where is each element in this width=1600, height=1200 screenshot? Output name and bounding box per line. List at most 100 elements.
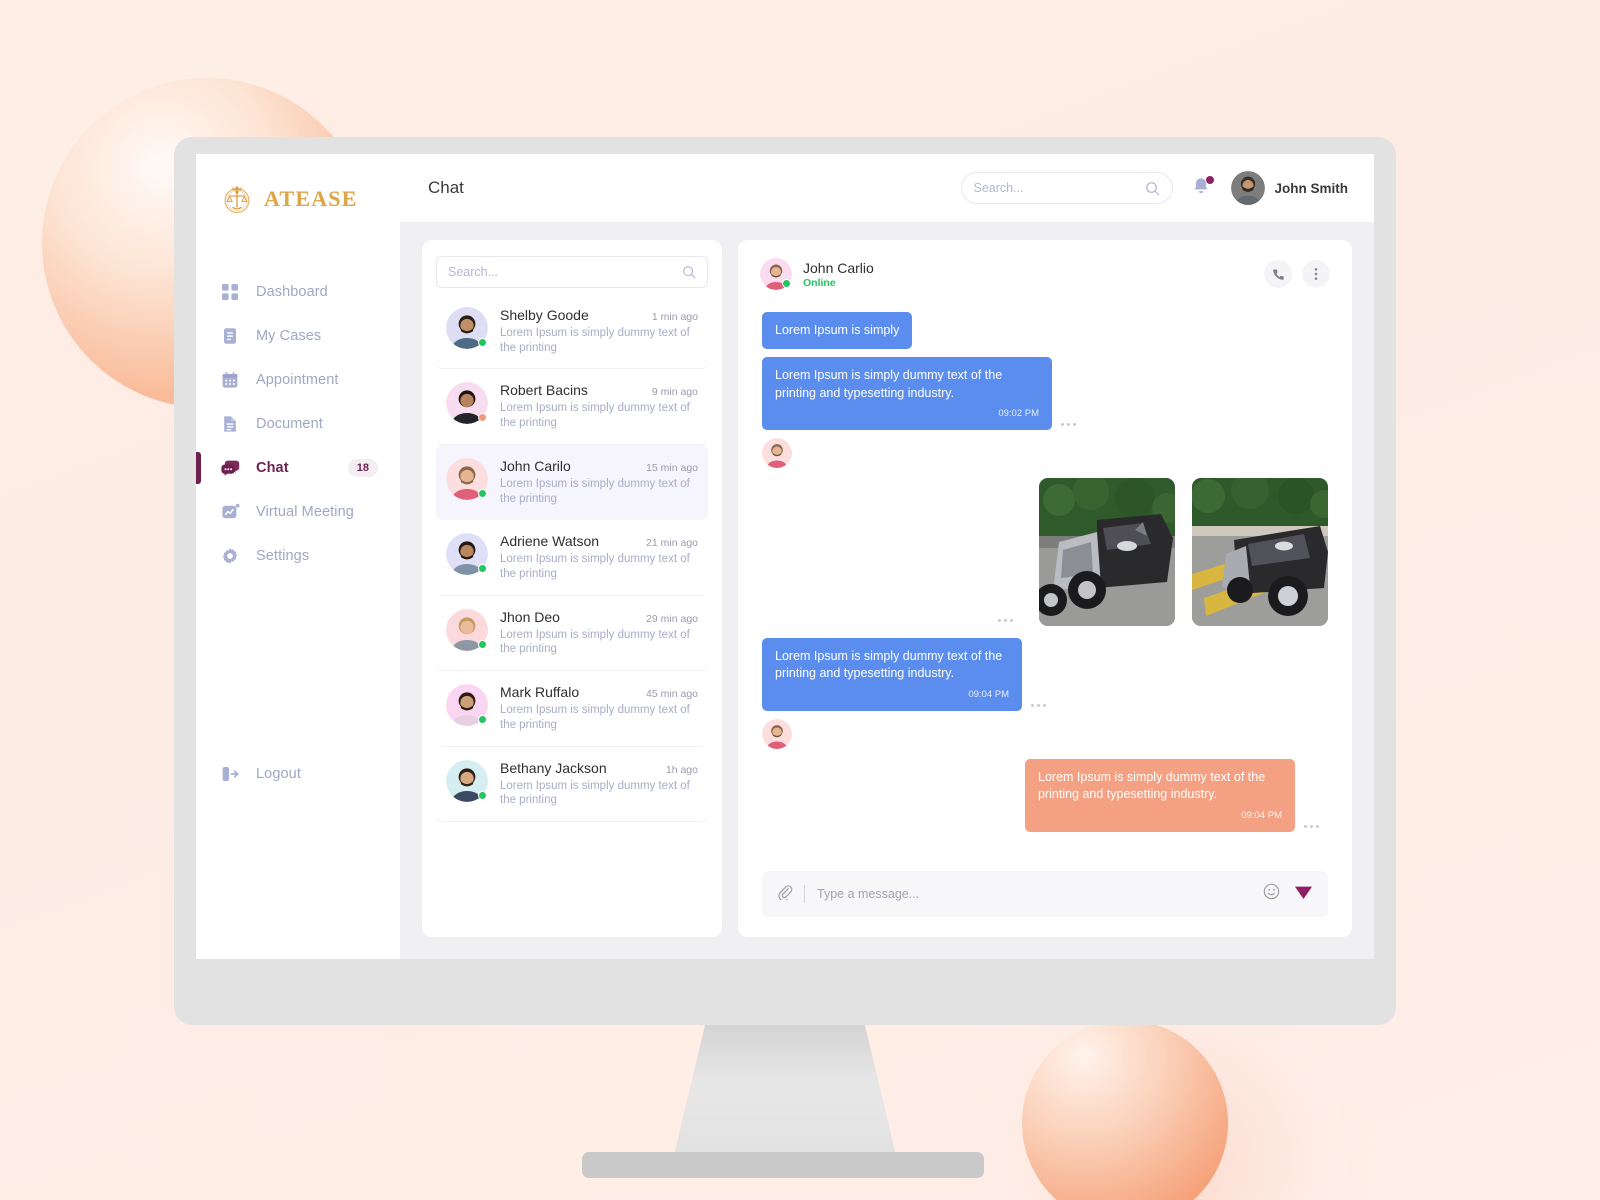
avatar [446,382,488,425]
search-input[interactable] [973,181,1145,195]
message-snippet: Lorem Ipsum is simply dummy text of the … [500,628,690,656]
message-bubble-outgoing[interactable]: Lorem Ipsum is simply dummy text of the … [1025,758,1295,832]
sidebar-item-my-cases[interactable]: My Cases [196,314,400,358]
notification-dot [1205,176,1214,184]
message-snippet: Lorem Ipsum is simply dummy text of the … [500,402,690,430]
conversation-contact: John Carlio Online [803,260,874,289]
attach-button[interactable] [777,884,793,905]
sidebar-item-virtual-meeting[interactable]: Virtual Meeting [196,490,400,534]
chat-list-item[interactable]: Mark Ruffalo 45 min ago Lorem Ipsum is sim… [436,671,708,747]
sidebar-item-appointment[interactable]: Appointment [196,358,400,402]
attachment-image[interactable] [1192,477,1328,626]
avatar [446,684,488,727]
global-search[interactable] [960,172,1173,204]
contact-name: Adriene Watson [500,533,600,550]
composer-divider [804,885,805,903]
status-dot-online [478,488,487,498]
message-snippet: Lorem Ipsum is simply dummy text of the … [500,327,690,354]
avatar-john-smith-image [1230,171,1265,205]
avatar [762,437,792,468]
chat-list-item[interactable]: Adriene Watson 21 min ago Lorem Ipsum is s… [436,520,708,596]
message-time: 15 min ago [646,461,698,474]
status-dot-away [478,413,487,423]
send-button[interactable] [1294,883,1313,906]
attachment-image[interactable] [1039,477,1175,626]
message-text: Lorem Ipsum is simply dummy text of the … [775,367,1003,400]
chat-list-item-body: Robert Bacins 9 min ago Lorem Ipsum is sim… [500,382,698,430]
paperclip-icon [778,884,793,901]
sidebar-item-label: Settings [256,548,310,564]
avatar-john-carlio-image [762,718,792,749]
chat-list-item[interactable]: John Carilo 15 min ago Lorem Ipsum is simp… [436,444,708,521]
chat-list-item-body: Mark Ruffalo 45 min ago Lorem Ipsum is sim… [500,684,698,732]
chat-list-item-body: Shelby Goode 1 min ago Lorem Ipsum is simp… [500,307,698,355]
grid-icon [220,282,240,302]
notifications-button[interactable] [1191,176,1214,200]
sidebar-item-label: Document [256,416,323,432]
monitor-stand-neck [674,1025,896,1155]
user-name: John Smith [1274,180,1349,196]
status-dot-online [478,790,487,800]
emoji-button[interactable] [1263,883,1280,905]
chat-list-item[interactable]: Jhon Deo 29 min ago Lorem Ipsum is simply … [436,596,708,672]
contact-name: Shelby Goode [500,307,589,323]
message-bubble-incoming[interactable]: Lorem Ipsum is simply [762,312,913,349]
sidebar-item-document[interactable]: Document [196,402,400,446]
contact-status: Online [803,276,836,289]
more-options-button[interactable] [1302,260,1330,288]
sidebar-item-chat[interactable]: Chat 18 [196,446,400,490]
sidebar-item-logout[interactable]: Logout [196,752,400,796]
main-content: Shelby Goode 1 min ago Lorem Ipsum is simp… [400,222,1374,959]
user-menu[interactable]: John Smith [1230,171,1349,205]
message-time: 09:02 PM [998,408,1039,420]
message-text: Lorem Ipsum is simply dummy text of the … [775,648,1003,681]
car-accident-photo-1 [1039,477,1175,626]
chat-list-item[interactable]: Bethany Jackson 1h ago Lorem Ipsum is simp… [436,747,708,823]
status-dot-online [478,338,487,347]
message-time: 45 min ago [646,688,698,701]
message-time: 21 min ago [646,537,698,550]
call-button[interactable] [1264,260,1292,288]
message-composer [762,871,1328,917]
chat-bubbles-icon [220,458,240,478]
chat-list-item-body: John Carilo 15 min ago Lorem Ipsum is simp… [500,458,698,506]
chat-list-item-body: Bethany Jackson 1h ago Lorem Ipsum is simp… [500,760,698,808]
message-options-icon[interactable] [1031,703,1046,707]
chat-list-item[interactable]: Robert Bacins 9 min ago Lorem Ipsum is sim… [436,369,708,445]
chat-search-input[interactable] [448,265,682,279]
message-time: 29 min ago [646,612,698,625]
avatar [446,759,488,802]
message-time: 09:04 PM [1241,810,1282,822]
message-snippet: Lorem Ipsum is simply dummy text of the … [500,704,690,731]
message-options-icon[interactable] [1304,824,1319,828]
message-bubble-incoming[interactable]: Lorem Ipsum is simply dummy text of the … [762,356,1052,430]
message-time: 1h ago [665,763,698,776]
avatar [1230,171,1265,205]
message-snippet: Lorem Ipsum is simply dummy text of the … [500,779,690,807]
message-sender-avatar-row [762,437,1328,468]
chat-list-item[interactable]: Shelby Goode 1 min ago Lorem Ipsum is simp… [436,294,708,370]
calendar-icon [220,370,240,390]
brand-logo[interactable]: ATEASE [196,154,400,218]
avatar [762,718,792,749]
sidebar-item-settings[interactable]: Settings [196,534,400,578]
topbar: Chat Search... John Smith [400,154,1374,222]
contact-name: Robert Bacins [500,382,588,399]
car-accident-photo-2 [1192,477,1328,626]
chat-list-item-body: Jhon Deo 29 min ago Lorem Ipsum is simply … [500,609,698,657]
monitor-frame: ATEASE Dashboard My Cases Appointment Do… [174,137,1396,1025]
status-dot-online [782,279,791,288]
message-input[interactable] [817,887,1263,901]
chat-list-search[interactable] [436,256,708,288]
sidebar-nav: Dashboard My Cases Appointment Document … [196,270,400,782]
gear-icon [220,546,240,566]
contact-name: John Carlio [803,259,874,276]
message-time: 09:04 PM [968,689,1009,701]
sidebar-item-dashboard[interactable]: Dashboard [196,270,400,314]
message-text: Lorem Ipsum is simply dummy text of the … [1038,769,1266,802]
chat-list-item-body: Adriene Watson 21 min ago Lorem Ipsum is s… [500,533,698,581]
message-bubble-incoming[interactable]: Lorem Ipsum is simply dummy text of the … [762,637,1022,711]
message-row: Lorem Ipsum is simply dummy text of the … [762,758,1328,832]
message-options-icon[interactable] [1061,422,1076,426]
message-options-icon[interactable] [998,618,1013,622]
